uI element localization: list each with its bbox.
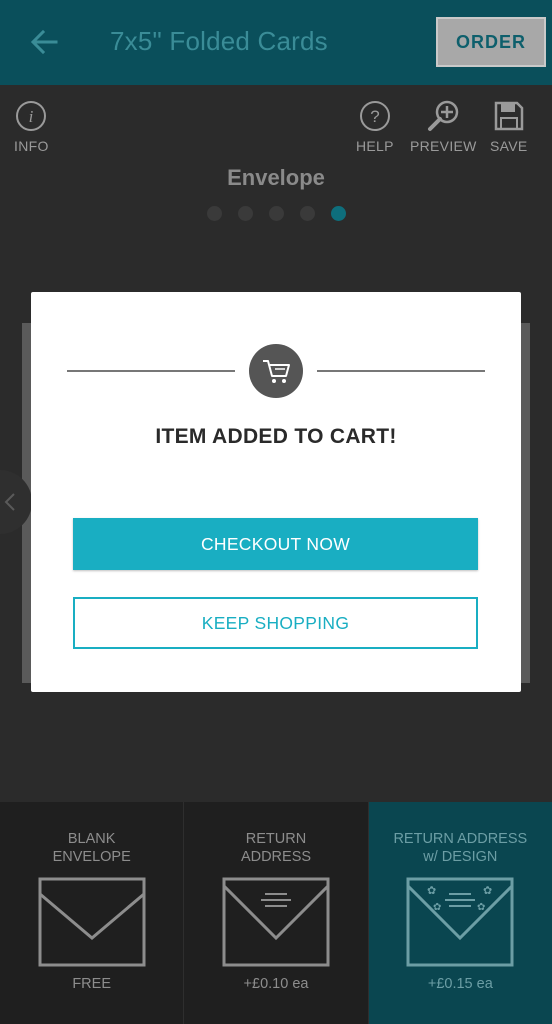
dialog-title: ITEM ADDED TO CART! (155, 425, 397, 448)
cart-badge (249, 344, 303, 398)
envelope-options: BLANK ENVELOPE FREE RETURN ADDRESS +£0.1… (0, 802, 552, 1024)
option-blank-envelope[interactable]: BLANK ENVELOPE FREE (0, 802, 185, 1024)
step-indicator (0, 206, 552, 221)
svg-text:✿: ✿ (483, 884, 492, 897)
option-price: +£0.15 ea (427, 976, 493, 992)
checkout-now-button[interactable]: CHECKOUT NOW (73, 518, 478, 570)
option-return-address[interactable]: RETURN ADDRESS +£0.10 ea (184, 802, 369, 1024)
help-button[interactable]: ? HELP (356, 100, 394, 154)
svg-text:✿: ✿ (477, 902, 485, 913)
option-title-line: RETURN (245, 831, 307, 847)
info-label: INFO (14, 138, 49, 154)
option-title-line: ENVELOPE (52, 849, 131, 865)
divider (317, 370, 485, 372)
blank-envelope-icon (38, 877, 146, 967)
step-dot[interactable] (299, 206, 315, 221)
svg-text:✿: ✿ (427, 884, 436, 897)
svg-text:?: ? (370, 107, 379, 126)
help-icon: ? (359, 101, 390, 131)
info-icon: i (16, 101, 47, 131)
save-label: SAVE (490, 138, 528, 154)
step-dot[interactable] (268, 206, 284, 221)
option-price: +£0.10 ea (243, 976, 309, 992)
back-button[interactable] (22, 22, 66, 62)
added-to-cart-dialog: ITEM ADDED TO CART! CHECKOUT NOW KEEP SH… (31, 292, 521, 692)
return-address-envelope-icon (222, 877, 330, 967)
info-button[interactable]: i INFO (14, 100, 49, 154)
step-title: Envelope (227, 165, 325, 190)
step-dot[interactable] (237, 206, 253, 221)
keep-shopping-button[interactable]: KEEP SHOPPING (73, 597, 478, 649)
preview-button[interactable]: PREVIEW (410, 100, 477, 154)
option-title-line: RETURN ADDRESS (393, 831, 528, 847)
option-title-line: w/ DESIGN (423, 849, 498, 865)
cart-icon (263, 360, 290, 383)
divider (67, 370, 235, 372)
option-title: RETURN ADDRESS (241, 830, 311, 866)
page-title: 7x5" Folded Cards (110, 26, 328, 56)
app-header: 7x5" Folded Cards ORDER (0, 0, 552, 85)
design-envelope-icon: ✿ ✿ ✿ ✿ (406, 877, 514, 967)
option-title: RETURN ADDRESS w/ DESIGN (393, 830, 527, 866)
step-dot-active[interactable] (330, 206, 346, 221)
option-return-address-design[interactable]: RETURN ADDRESS w/ DESIGN ✿ ✿ ✿ ✿ +£0.15 … (368, 802, 552, 1024)
zoom-in-icon (428, 100, 459, 131)
option-price: FREE (72, 976, 111, 992)
option-title: BLANK ENVELOPE (53, 830, 131, 866)
option-title-line: ADDRESS (240, 849, 312, 865)
order-button[interactable]: ORDER (436, 17, 546, 67)
preview-label: PREVIEW (410, 138, 477, 154)
step-dot[interactable] (206, 206, 222, 221)
help-label: HELP (356, 138, 394, 154)
back-arrow-icon (30, 29, 58, 55)
save-button[interactable]: SAVE (490, 100, 528, 154)
svg-text:✿: ✿ (433, 902, 441, 913)
chevron-left-icon (4, 493, 15, 511)
option-title-line: BLANK (67, 831, 116, 847)
save-disk-icon (494, 101, 523, 131)
svg-text:i: i (29, 107, 34, 126)
